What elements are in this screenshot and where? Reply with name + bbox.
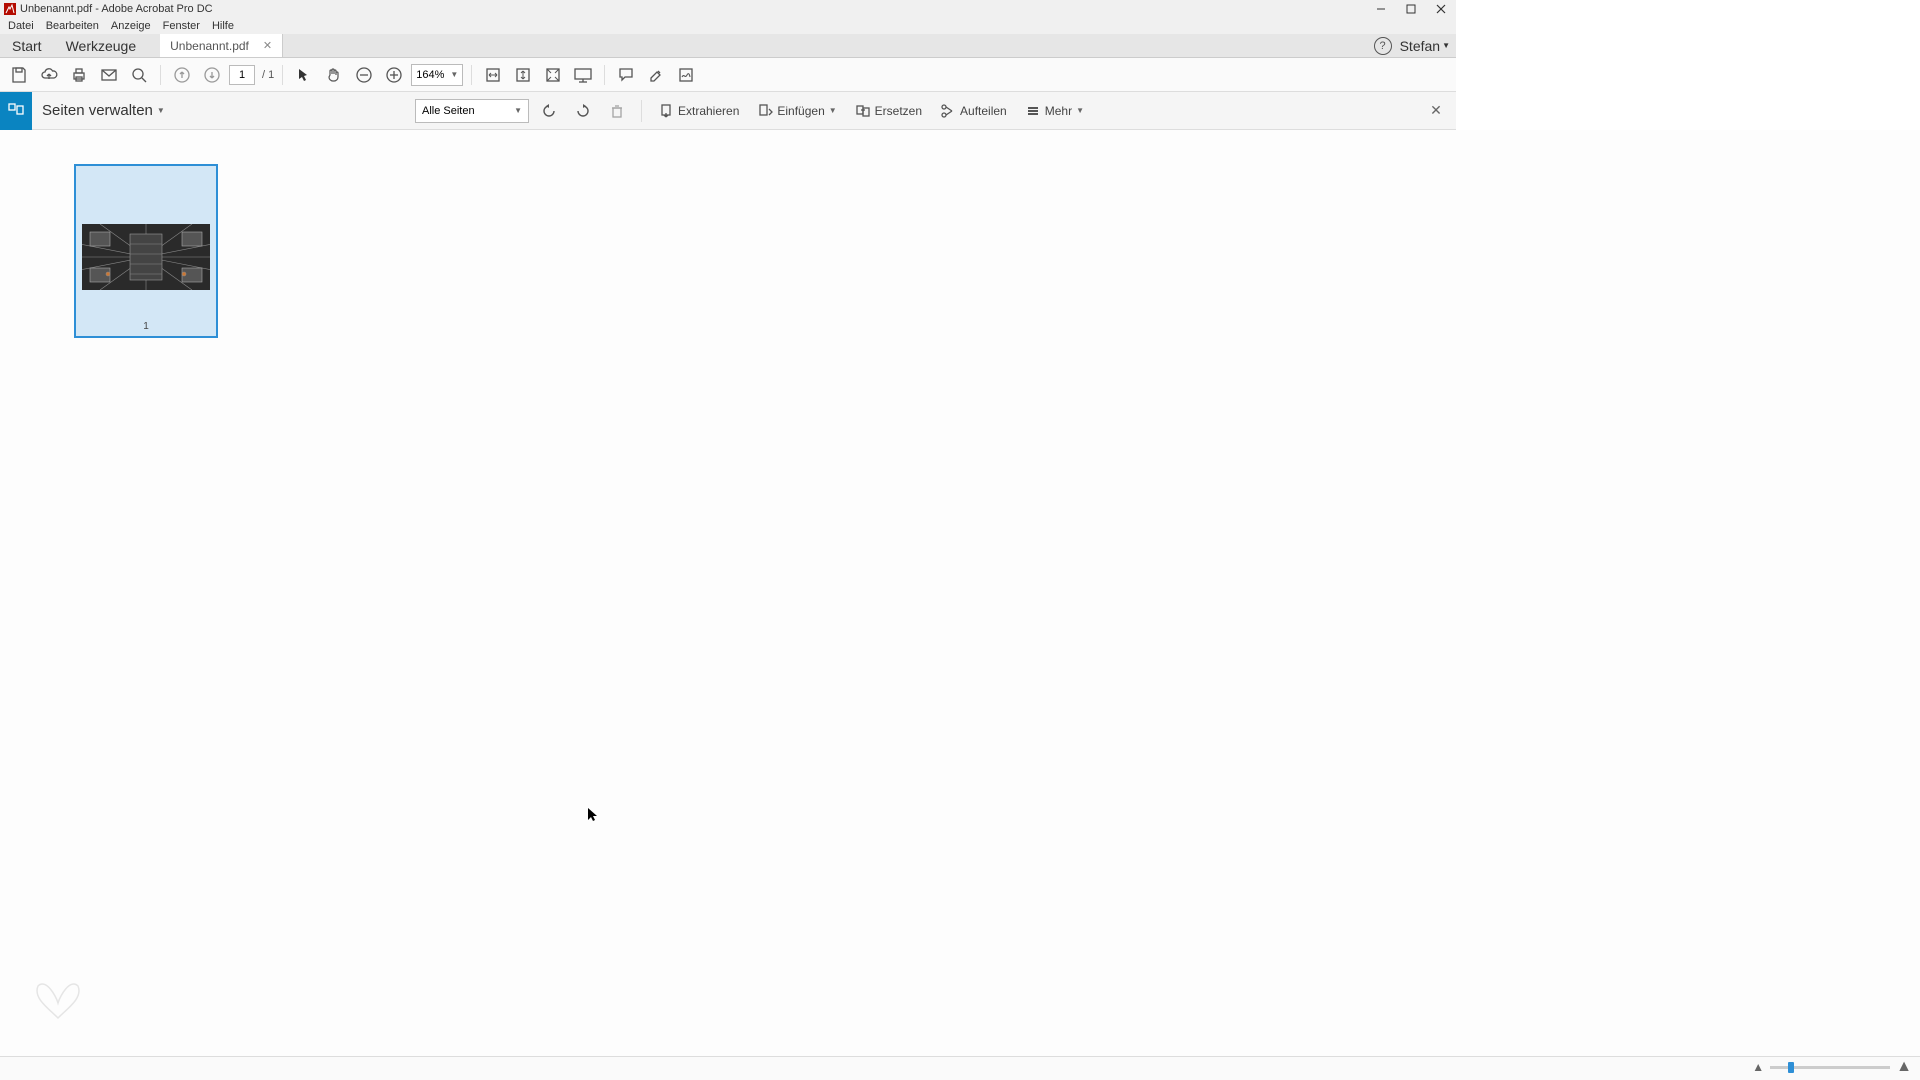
close-tab-icon[interactable]: ✕ bbox=[263, 39, 272, 52]
page-number-label: 1 bbox=[143, 321, 149, 332]
window-title: Unbenannt.pdf - Adobe Acrobat Pro DC bbox=[20, 3, 213, 15]
delete-page-button[interactable] bbox=[603, 98, 631, 124]
close-window-button[interactable] bbox=[1426, 0, 1456, 18]
zoom-in-icon[interactable] bbox=[381, 62, 407, 88]
rotate-right-button[interactable] bbox=[569, 98, 597, 124]
prev-page-icon[interactable] bbox=[169, 62, 195, 88]
zoom-large-icon[interactable]: ▲ bbox=[1896, 1058, 1912, 1076]
zoom-select[interactable]: 164% ▼ bbox=[411, 64, 463, 86]
nav-start[interactable]: Start bbox=[0, 34, 54, 57]
organize-pages-icon bbox=[0, 92, 32, 130]
action-bar: Seiten verwalten ▼ Alle Seiten ▼ Extrahi… bbox=[0, 92, 1456, 130]
caret-down-icon: ▼ bbox=[1442, 41, 1450, 50]
main-toolbar: / 1 164% ▼ bbox=[0, 58, 1456, 92]
zoom-out-icon[interactable] bbox=[351, 62, 377, 88]
zoom-value: 164% bbox=[416, 69, 444, 81]
next-page-icon[interactable] bbox=[199, 62, 225, 88]
caret-down-icon: ▼ bbox=[157, 106, 165, 115]
page-preview-image bbox=[82, 224, 210, 290]
document-tab[interactable]: Unbenannt.pdf ✕ bbox=[160, 34, 283, 57]
page-filter-label: Alle Seiten bbox=[422, 105, 475, 117]
separator bbox=[604, 65, 605, 85]
separator bbox=[471, 65, 472, 85]
document-tab-label: Unbenannt.pdf bbox=[170, 39, 249, 53]
menu-anzeige[interactable]: Anzeige bbox=[105, 20, 157, 32]
fit-height-icon[interactable] bbox=[510, 62, 536, 88]
user-menu[interactable]: Stefan ▼ bbox=[1400, 38, 1450, 54]
user-name: Stefan bbox=[1400, 38, 1440, 54]
more-label: Mehr bbox=[1045, 104, 1072, 118]
maximize-button[interactable] bbox=[1396, 0, 1426, 18]
caret-down-icon: ▼ bbox=[829, 106, 837, 115]
save-icon[interactable] bbox=[6, 62, 32, 88]
search-icon[interactable] bbox=[126, 62, 152, 88]
title-bar: Unbenannt.pdf - Adobe Acrobat Pro DC bbox=[0, 0, 1456, 18]
replace-button[interactable]: Ersetzen bbox=[849, 98, 928, 124]
app-icon bbox=[4, 3, 16, 15]
page-thumbnail[interactable]: 1 bbox=[74, 164, 218, 338]
more-button[interactable]: Mehr ▼ bbox=[1019, 98, 1090, 124]
zoom-small-icon[interactable]: ▲ bbox=[1752, 1060, 1764, 1074]
extract-label: Extrahieren bbox=[678, 104, 739, 118]
split-label: Aufteilen bbox=[960, 104, 1007, 118]
sign-icon[interactable] bbox=[673, 62, 699, 88]
menu-bearbeiten[interactable]: Bearbeiten bbox=[40, 20, 105, 32]
hand-tool-icon[interactable] bbox=[321, 62, 347, 88]
page-number-input[interactable] bbox=[229, 65, 255, 85]
page-filter-select[interactable]: Alle Seiten ▼ bbox=[415, 99, 529, 123]
thumbnail-area[interactable]: 1 bbox=[0, 130, 1920, 1056]
menu-fenster[interactable]: Fenster bbox=[157, 20, 206, 32]
mode-dropdown[interactable]: Seiten verwalten ▼ bbox=[42, 102, 165, 119]
comment-icon[interactable] bbox=[613, 62, 639, 88]
menu-datei[interactable]: Datei bbox=[2, 20, 40, 32]
zoom-slider[interactable] bbox=[1770, 1066, 1890, 1069]
split-button[interactable]: Aufteilen bbox=[934, 98, 1013, 124]
read-mode-icon[interactable] bbox=[570, 62, 596, 88]
nav-werkzeuge[interactable]: Werkzeuge bbox=[54, 34, 149, 57]
minimize-button[interactable] bbox=[1366, 0, 1396, 18]
mail-icon[interactable] bbox=[96, 62, 122, 88]
separator bbox=[160, 65, 161, 85]
page-total-label: / 1 bbox=[262, 69, 274, 81]
selection-tool-icon[interactable] bbox=[291, 62, 317, 88]
separator bbox=[641, 100, 642, 122]
fit-width-icon[interactable] bbox=[480, 62, 506, 88]
status-bar: ▲ ▲ bbox=[0, 1056, 1920, 1080]
insert-button[interactable]: Einfügen ▼ bbox=[751, 98, 842, 124]
help-icon[interactable]: ? bbox=[1374, 37, 1392, 55]
print-icon[interactable] bbox=[66, 62, 92, 88]
menu-hilfe[interactable]: Hilfe bbox=[206, 20, 240, 32]
separator bbox=[282, 65, 283, 85]
highlight-icon[interactable] bbox=[643, 62, 669, 88]
cloud-upload-icon[interactable] bbox=[36, 62, 62, 88]
tab-row: Start Werkzeuge Unbenannt.pdf ✕ ? Stefan… bbox=[0, 34, 1456, 58]
fit-page-icon[interactable] bbox=[540, 62, 566, 88]
mode-label-text: Seiten verwalten bbox=[42, 102, 153, 119]
close-panel-button[interactable]: ✕ bbox=[1426, 101, 1446, 121]
insert-label: Einfügen bbox=[777, 104, 824, 118]
watermark-icon bbox=[28, 978, 88, 1028]
rotate-left-button[interactable] bbox=[535, 98, 563, 124]
zoom-slider-knob[interactable] bbox=[1788, 1062, 1794, 1073]
replace-label: Ersetzen bbox=[875, 104, 922, 118]
caret-down-icon: ▼ bbox=[1076, 106, 1084, 115]
extract-button[interactable]: Extrahieren bbox=[652, 98, 745, 124]
menu-bar: Datei Bearbeiten Anzeige Fenster Hilfe bbox=[0, 18, 1456, 34]
caret-down-icon: ▼ bbox=[450, 70, 458, 79]
caret-down-icon: ▼ bbox=[514, 106, 522, 115]
